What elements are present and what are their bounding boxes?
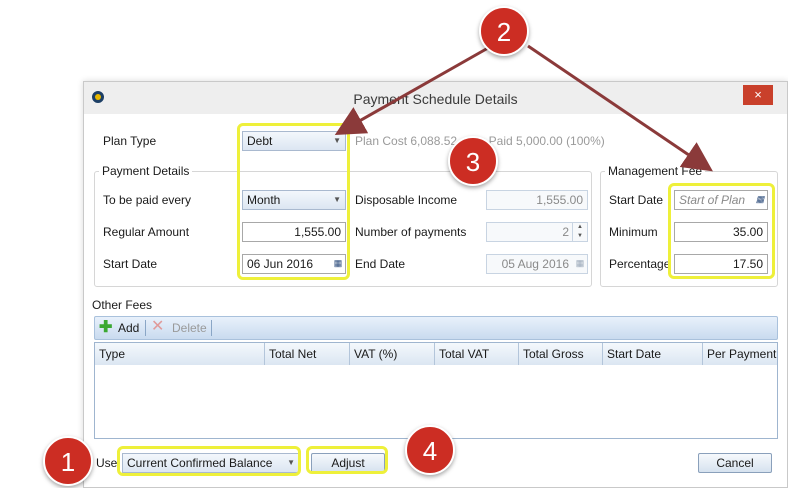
arrow-to-plan-type	[334, 46, 489, 135]
callout-arrows	[334, 44, 713, 172]
callout-badge: 4	[405, 425, 455, 475]
callout-badge: 2	[479, 6, 529, 56]
callout-badge: 3	[448, 136, 498, 186]
callout-badge: 1	[43, 436, 93, 486]
arrow-to-management-fee	[527, 44, 713, 172]
